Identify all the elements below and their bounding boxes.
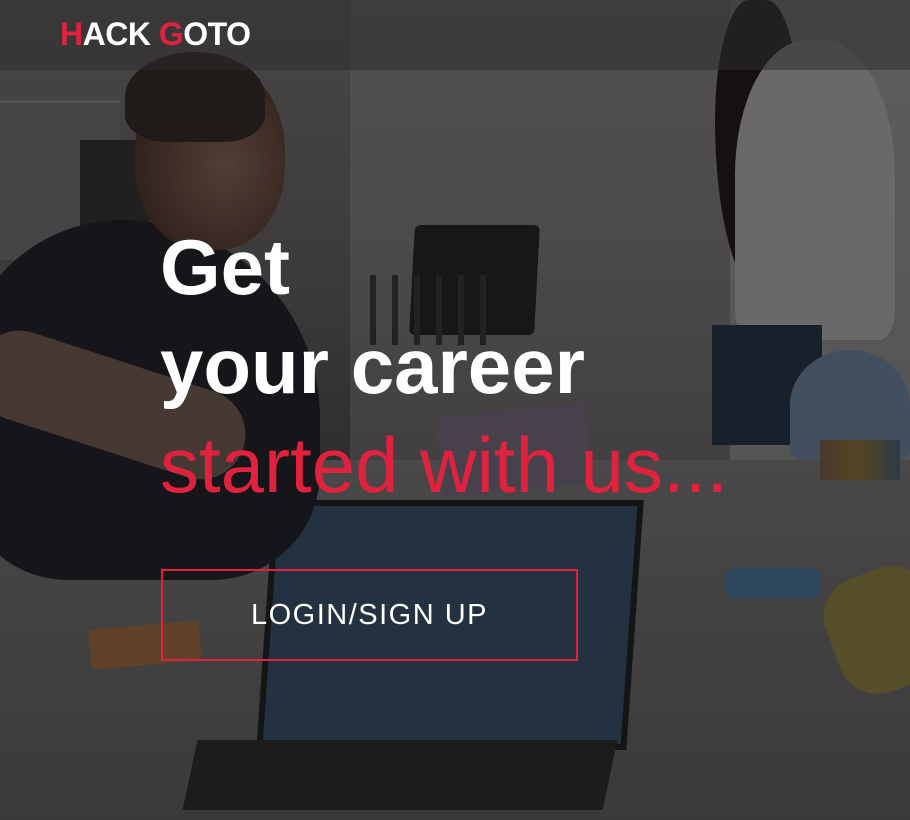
- headline-line-get: Get: [160, 223, 291, 311]
- logo-text-oto: OTO: [183, 16, 251, 52]
- logo-initial-g: G: [158, 16, 184, 52]
- site-logo[interactable]: H ACK G OTO: [60, 16, 251, 53]
- login-signup-button[interactable]: LOGIN/SIGN UP: [161, 569, 578, 661]
- headline-line-your-career: your career: [160, 322, 585, 410]
- top-navigation-bar: H ACK G OTO: [0, 0, 910, 70]
- headline-line-started-with-us: started with us...: [160, 421, 728, 509]
- logo-initial-h: H: [60, 16, 83, 52]
- logo-text-ack: ACK: [82, 16, 159, 52]
- hero-headline: Get your career started with us...: [160, 222, 900, 504]
